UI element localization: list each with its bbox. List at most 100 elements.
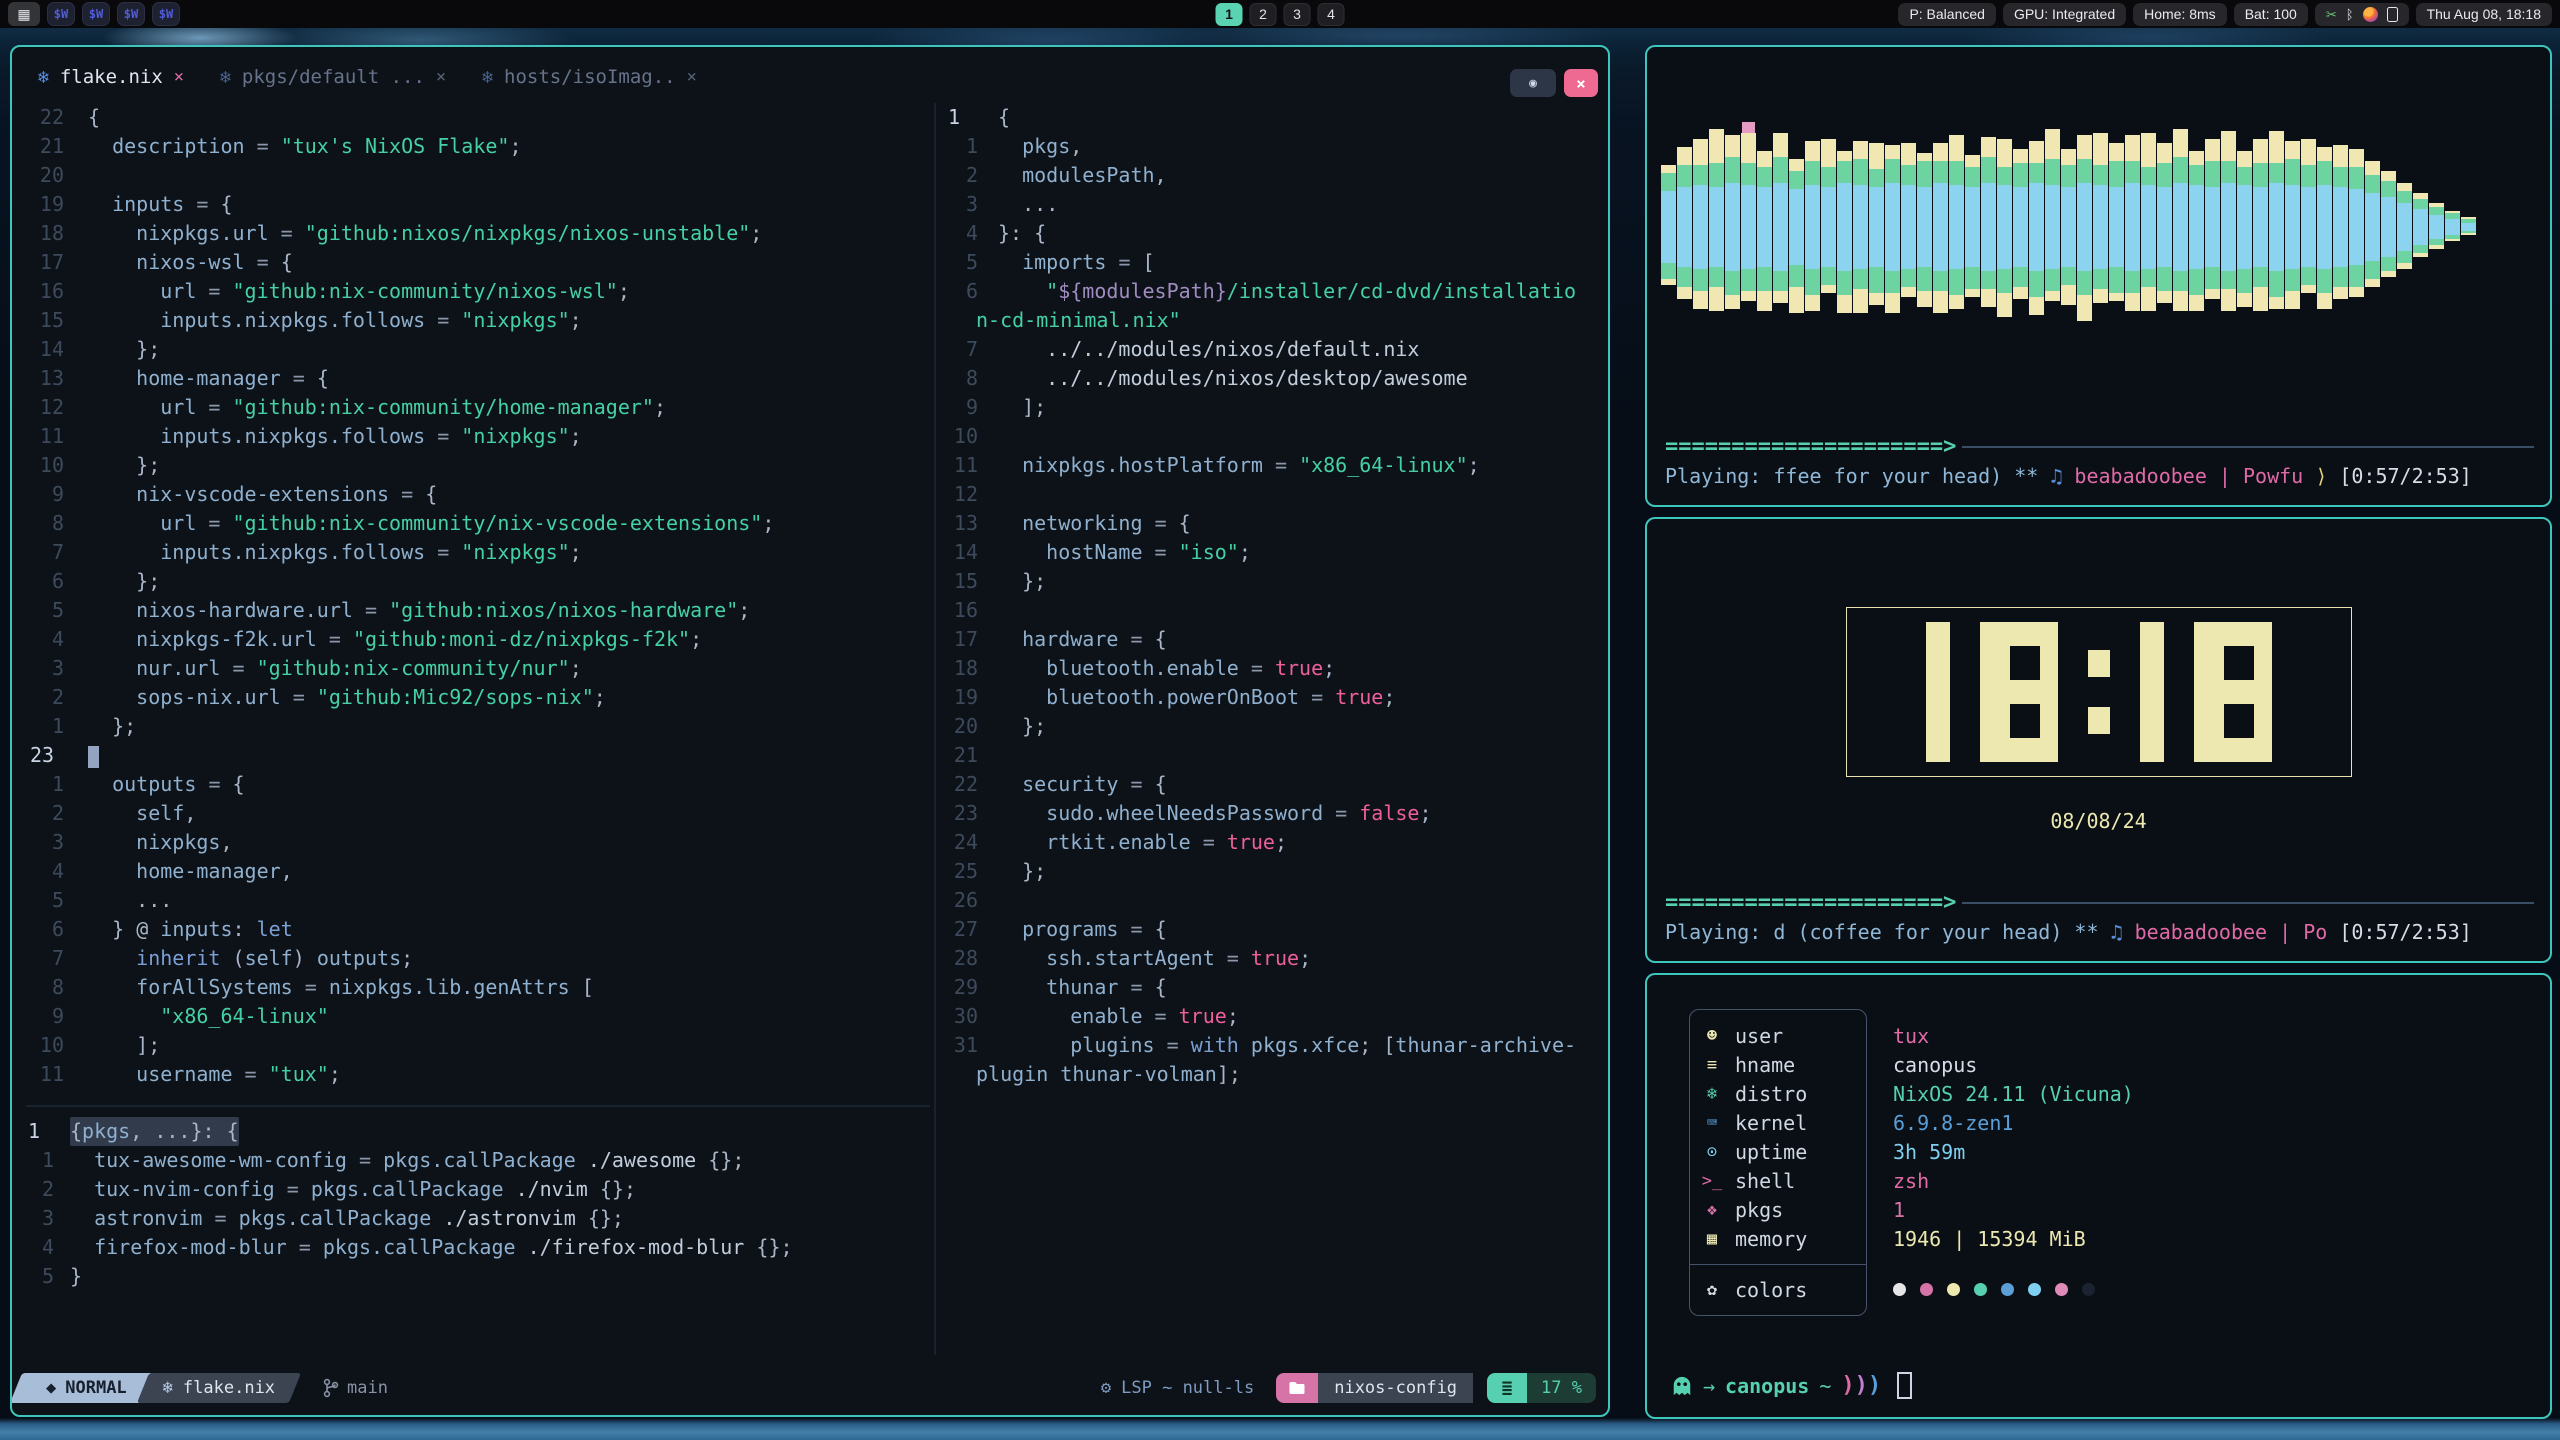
prompt-host: canopus [1725,1374,1809,1398]
mode-label: NORMAL [65,1378,126,1398]
line-number: 4 [22,625,88,654]
clock-digit-1 [1926,622,1950,762]
now-playing-segment: ♫ [2050,464,2074,488]
pkgs-default-pane[interactable]: 1{pkgs, ...}: {1 tux-awesome-wm-config =… [22,1117,934,1355]
horizontal-split[interactable] [26,1105,930,1107]
tasklist-item[interactable]: $W [47,2,75,26]
workspace-tag-2[interactable]: 2 [1250,3,1277,26]
tab-close-icon[interactable]: × [687,67,697,87]
buffer-tab[interactable]: ❄pkgs/default ...× [220,66,446,88]
line-number: 31 [942,1031,998,1060]
status-pill: P: Balanced [1898,3,1996,26]
ghost-icon [1671,1375,1693,1397]
prompt-chevrons: ))) [1841,1373,1881,1398]
line-number: 1 [22,1117,70,1146]
fetch-value: 1 [1893,1198,1905,1222]
line-number: 9 [22,1002,88,1031]
tab-close-icon[interactable]: × [174,67,184,87]
line-number: 16 [22,277,88,306]
device-icon[interactable] [2387,7,2398,22]
code-line: 1 outputs = { [22,770,934,799]
status-pill: GPU: Integrated [2003,3,2126,26]
shell-prompt[interactable]: → canopus ~ ))) [1671,1372,1912,1399]
code-line: 20 [22,161,934,190]
code-line: 6 "${modulesPath}/installer/cd-dvd/insta… [942,277,1598,306]
line-number: 28 [942,944,998,973]
flake-nix-pane[interactable]: 22{21 description = "tux's NixOS Flake";… [22,103,934,1091]
fetch-value: NixOS 24.11 (Vicuna) [1893,1082,2134,1106]
line-number: 6 [22,567,88,596]
visualizer-column [1725,67,1740,309]
lines-icon: ≣ [1502,1378,1513,1399]
line-number: 7 [22,944,88,973]
iso-image-pane[interactable]: 1{1 pkgs,2 modulesPath,3 ...4}: {5 impor… [936,103,1598,1355]
prompt-path: ~ [1819,1374,1831,1398]
line-number: 6 [22,915,88,944]
tab-label: pkgs/default ... [242,66,425,88]
code-line: 10 }; [22,451,934,480]
visualizer-column [1997,67,2012,317]
network-icon[interactable]: ✂ [2326,8,2337,21]
line-number: 20 [22,161,88,190]
clock-terminal-window: 08/08/24 =====================> Playing:… [1645,517,2552,963]
line-number: 3 [22,654,88,683]
tasklist-item[interactable]: $W [152,2,180,26]
app-launcher-button[interactable]: ▦ [8,2,40,26]
workspace-tag-1[interactable]: 1 [1216,3,1243,26]
visualizer-column [1709,67,1724,311]
code-line: 7 inputs.nixpkgs.follows = "nixpkgs"; [22,538,934,567]
git-branch-icon [323,1378,339,1398]
code-line: 23 [22,741,934,770]
code-line: 13 home-manager = { [22,364,934,393]
line-number: 7 [22,538,88,567]
visualizer-column [1981,67,1996,307]
tab-close-icon[interactable]: × [436,67,446,87]
visualizer-column [2013,67,2028,299]
visualizer-column [2253,67,2268,311]
apps-grid-icon: ▦ [17,6,30,23]
prompt-chevron: ) [1855,1373,1868,1398]
visualizer-column [1837,67,1852,313]
now-playing-segment: Playing: [1665,464,1773,488]
color-dot [2028,1283,2041,1296]
project-label: nixos-config [1334,1378,1457,1398]
tasklist-item[interactable]: $W [82,2,110,26]
line-number: 30 [942,1002,998,1031]
visualizer-column [1933,67,1948,313]
code-line: 9 "x86_64-linux" [22,1002,934,1031]
visualizer-column [2349,67,2364,297]
visualizer-column [1789,67,1804,313]
line-number: 4 [942,219,998,248]
workspace-tag-4[interactable]: 4 [1318,3,1345,26]
titlebar-pin-button[interactable]: ◉ [1510,69,1556,97]
tasklist-item[interactable]: $W [117,2,145,26]
code-line: 9 ]; [942,393,1598,422]
now-playing-line: Playing: d (coffee for your head) ** ♫ b… [1665,919,2534,946]
folder-icon [1288,1380,1306,1396]
code-line: 15 inputs.nixpkgs.follows = "nixpkgs"; [22,306,934,335]
line-number: 24 [942,828,998,857]
line-number: 21 [22,132,88,161]
lsp-segment: ⚙ LSP ~ null-ls [1101,1378,1254,1398]
git-branch-segment: main [303,1373,408,1403]
visualizer-column [1661,67,1676,285]
visualizer-column [1757,67,1772,311]
visualizer-column [2157,67,2172,303]
fire-icon[interactable] [2363,7,2378,22]
bluetooth-icon[interactable]: ᛒ [2346,8,2354,21]
progress-ascii: =====================> [1665,892,1956,914]
workspace-tag-3[interactable]: 3 [1284,3,1311,26]
scroll-percent-label: 17 % [1541,1378,1582,1398]
fetch-box-border [1689,1009,1867,1316]
visualizer-column [1901,67,1916,297]
scroll-segment: 17 % [1527,1373,1596,1403]
system-tray: ✂ᛒ [2315,3,2409,26]
buffer-tab[interactable]: ❄flake.nix× [38,66,184,88]
fetch-value: 6.9.8-zen1 [1893,1111,2013,1135]
buffer-tab[interactable]: ❄hosts/isoImag..× [482,66,697,88]
now-playing-segment: | [2207,464,2243,488]
nix-snowflake-icon: ❄ [38,67,49,88]
titlebar-close-button[interactable]: × [1564,69,1598,97]
status-area: P: BalancedGPU: IntegratedHome: 8msBat: … [1898,0,2552,28]
code-line: 6 }; [22,567,934,596]
